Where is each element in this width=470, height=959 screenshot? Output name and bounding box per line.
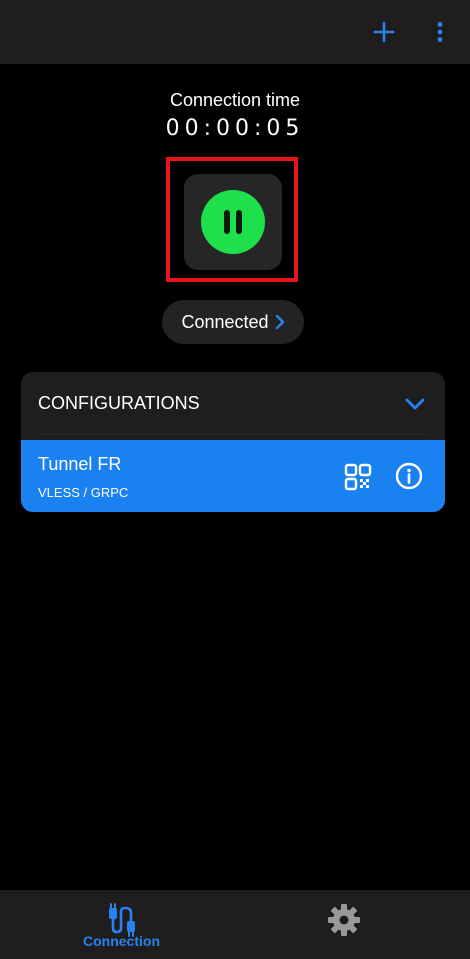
configurations-collapse-button[interactable] bbox=[401, 390, 429, 418]
connection-timer: 00:00:05 bbox=[165, 116, 305, 141]
gear-icon bbox=[327, 904, 360, 936]
connection-status-button[interactable]: Connected bbox=[162, 300, 304, 344]
config-item-tunnel-fr[interactable]: Tunnel FR VLESS / GRPC bbox=[21, 440, 445, 512]
configurations-title: CONFIGURATIONS bbox=[38, 393, 200, 413]
bottom-navigation: Connection bbox=[0, 890, 470, 959]
top-app-bar bbox=[0, 0, 470, 64]
config-info-button[interactable] bbox=[394, 461, 424, 491]
info-icon bbox=[395, 462, 423, 490]
configurations-header[interactable]: CONFIGURATIONS bbox=[21, 372, 445, 434]
config-protocol: VLESS / GRPC bbox=[38, 485, 129, 500]
chevron-down-icon bbox=[405, 398, 425, 410]
add-config-button[interactable] bbox=[364, 12, 404, 52]
pause-icon bbox=[224, 210, 242, 234]
more-options-button[interactable] bbox=[420, 12, 460, 52]
more-vertical-icon bbox=[437, 22, 443, 42]
config-name: Tunnel FR bbox=[38, 454, 122, 474]
connection-toggle-tile[interactable] bbox=[184, 174, 282, 270]
connection-status-label: Connected bbox=[181, 311, 269, 332]
configurations-divider bbox=[37, 434, 429, 435]
qr-code-button[interactable] bbox=[343, 462, 373, 492]
nav-item-settings[interactable] bbox=[226, 890, 461, 959]
plus-icon bbox=[373, 21, 395, 43]
chevron-right-icon bbox=[275, 314, 284, 330]
configurations-card: CONFIGURATIONS Tunnel FR VLESS / GRPC bbox=[21, 372, 445, 512]
qr-code-icon bbox=[344, 463, 372, 491]
pause-button[interactable] bbox=[201, 190, 265, 254]
nav-label-connection: Connection bbox=[83, 933, 160, 949]
nav-item-connection[interactable]: Connection bbox=[4, 890, 239, 959]
connection-time-label: Connection time bbox=[169, 90, 301, 110]
